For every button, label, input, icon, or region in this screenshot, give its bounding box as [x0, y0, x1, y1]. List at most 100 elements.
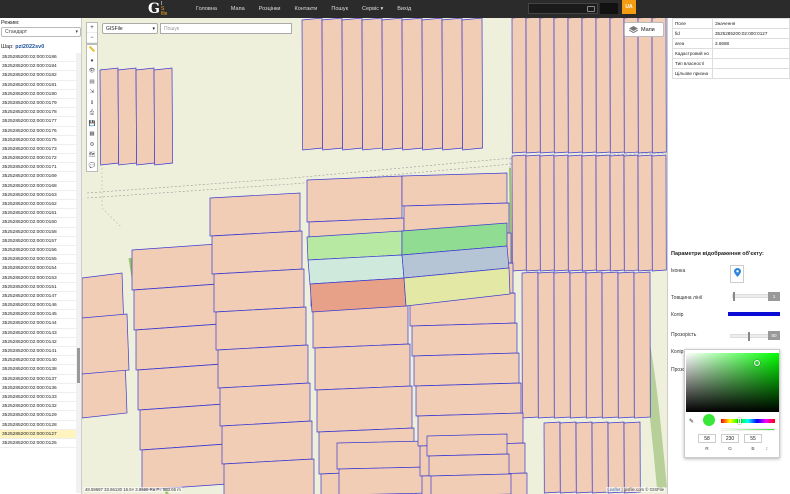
saturation-marker[interactable]: [754, 360, 760, 366]
land-parcel[interactable]: [591, 421, 609, 494]
land-parcel[interactable]: [633, 271, 651, 419]
land-parcel[interactable]: [607, 421, 625, 494]
land-parcel[interactable]: [539, 18, 555, 154]
land-parcel[interactable]: [553, 154, 569, 272]
alpha-slider[interactable]: [721, 428, 775, 431]
keyboard-icon[interactable]: [587, 6, 595, 12]
saturation-field[interactable]: [686, 353, 779, 412]
cadastral-list-item[interactable]: 3525285200:02:000:0127: [0, 429, 76, 439]
cadastral-list-item[interactable]: 3525285200:02:000:0175: [0, 136, 76, 145]
cadastral-list-item[interactable]: 3525285200:02:000:0179: [0, 99, 76, 109]
basemap-select[interactable]: GISFile ▾: [102, 23, 158, 34]
cadastral-list-item[interactable]: 3525285200:02:000:0172: [0, 154, 76, 164]
cadastral-list-item[interactable]: 3525285200:02:000:0132: [0, 402, 76, 412]
land-parcel[interactable]: [217, 344, 309, 389]
land-parcel[interactable]: [609, 18, 625, 154]
land-parcel[interactable]: [426, 433, 508, 457]
land-parcel[interactable]: [581, 154, 597, 272]
land-parcel[interactable]: [213, 268, 305, 313]
cadastral-list-item[interactable]: 3525285200:02:000:0173: [0, 145, 76, 155]
scale-icon[interactable]: ⇲: [87, 87, 97, 98]
blue-input[interactable]: 55: [744, 434, 762, 443]
land-parcel[interactable]: [215, 306, 307, 351]
cadastral-list-item[interactable]: 3525285200:02:000:0133: [0, 393, 76, 403]
land-parcel[interactable]: [321, 18, 343, 151]
layer-value[interactable]: pzi2022sv0: [15, 44, 44, 50]
cadastral-list-item[interactable]: 3525285200:02:000:0184: [0, 62, 76, 72]
land-parcel[interactable]: [341, 18, 363, 151]
land-parcel[interactable]: [623, 18, 639, 154]
cadastral-list-item[interactable]: 3525285200:02:000:0182: [0, 71, 76, 81]
land-parcel[interactable]: [651, 18, 667, 154]
land-parcel[interactable]: [575, 421, 593, 494]
cadastral-list-item[interactable]: 3525285200:02:000:0180: [0, 90, 76, 99]
land-parcel[interactable]: [525, 18, 541, 154]
land-parcel[interactable]: [537, 271, 555, 419]
land-parcel[interactable]: [338, 466, 430, 494]
land-parcel[interactable]: [131, 243, 218, 291]
land-parcel[interactable]: [211, 230, 303, 275]
land-parcel[interactable]: [581, 18, 597, 154]
table-icon[interactable]: ▦: [87, 129, 97, 140]
print-icon[interactable]: ⎙: [87, 108, 97, 119]
land-parcel[interactable]: [135, 67, 155, 166]
land-parcel[interactable]: [567, 154, 583, 272]
land-parcel[interactable]: [609, 154, 625, 272]
cadastral-list-item[interactable]: 3525285200:02:000:0168: [0, 182, 76, 191]
land-parcel[interactable]: [623, 421, 641, 494]
scrollbar-thumb[interactable]: [77, 348, 80, 383]
nav-user-block[interactable]: [600, 3, 618, 14]
nav-prices[interactable]: Розцінки: [259, 6, 281, 12]
mode-select[interactable]: Стандарт ▾: [1, 27, 81, 37]
cadastral-list-item[interactable]: 3525285200:02:000:0153: [0, 274, 76, 283]
cadastral-list-item[interactable]: 3525285200:02:000:0143: [0, 329, 76, 338]
map-search-input[interactable]: Пошук: [160, 23, 292, 34]
map-canvas[interactable]: [82, 18, 667, 494]
nav-map[interactable]: Мапа: [231, 6, 245, 12]
land-parcel[interactable]: [559, 421, 577, 494]
gear-icon[interactable]: ⚙: [87, 140, 97, 151]
land-parcel[interactable]: [595, 154, 611, 272]
field-value[interactable]: 3.6688: [712, 38, 790, 49]
cadastral-list-item[interactable]: 3525285200:02:000:0141: [0, 347, 76, 357]
slider-handle[interactable]: [748, 332, 750, 341]
land-parcel[interactable]: [428, 453, 510, 477]
land-parcel[interactable]: [209, 192, 301, 237]
land-parcel[interactable]: [137, 363, 224, 411]
land-parcel[interactable]: [401, 18, 423, 151]
land-parcel[interactable]: [221, 420, 313, 465]
hue-handle[interactable]: [738, 418, 741, 424]
land-parcel[interactable]: [623, 154, 639, 272]
land-parcel[interactable]: [430, 473, 512, 494]
land-parcel[interactable]: [539, 154, 555, 272]
slider-handle[interactable]: [733, 292, 735, 301]
land-parcel[interactable]: [567, 18, 583, 154]
cadastral-list-item[interactable]: 3525285200:02:000:0186: [0, 53, 76, 63]
green-input[interactable]: 230: [721, 434, 739, 443]
land-parcel[interactable]: [314, 343, 411, 391]
land-parcel[interactable]: [637, 18, 653, 154]
maps-button[interactable]: Мапи: [624, 22, 664, 37]
cadastral-list-item[interactable]: 3525285200:02:000:0144: [0, 319, 76, 329]
cadastral-list-item[interactable]: 3525285200:02:000:0145: [0, 310, 76, 320]
land-parcel[interactable]: [361, 18, 383, 151]
land-parcel[interactable]: [301, 18, 323, 151]
comment-icon[interactable]: 💬: [87, 161, 97, 172]
field-value[interactable]: 3525285200:02:000:0127: [712, 28, 790, 39]
layers-icon[interactable]: ▤: [87, 77, 97, 88]
cadastral-list-item[interactable]: 3525285200:02:000:0158: [0, 228, 76, 237]
cadastral-list-item[interactable]: 3525285200:02:000:0142: [0, 338, 76, 347]
nav-contacts[interactable]: Контакти: [295, 6, 318, 12]
eye-icon[interactable]: 👁: [87, 66, 97, 77]
land-parcel[interactable]: [309, 277, 407, 313]
land-parcel[interactable]: [441, 18, 463, 151]
field-value[interactable]: [712, 58, 790, 69]
cadastral-list-item[interactable]: 3525285200:02:000:0156: [0, 246, 76, 256]
land-parcel[interactable]: [637, 154, 653, 272]
save-icon[interactable]: 💾: [87, 119, 97, 130]
nav-home[interactable]: Головна: [196, 6, 217, 12]
land-parcel[interactable]: [525, 154, 541, 272]
land-parcel[interactable]: [601, 271, 619, 419]
land-parcel[interactable]: [316, 385, 413, 433]
cadastral-list-item[interactable]: 3525285200:02:000:0138: [0, 365, 76, 375]
